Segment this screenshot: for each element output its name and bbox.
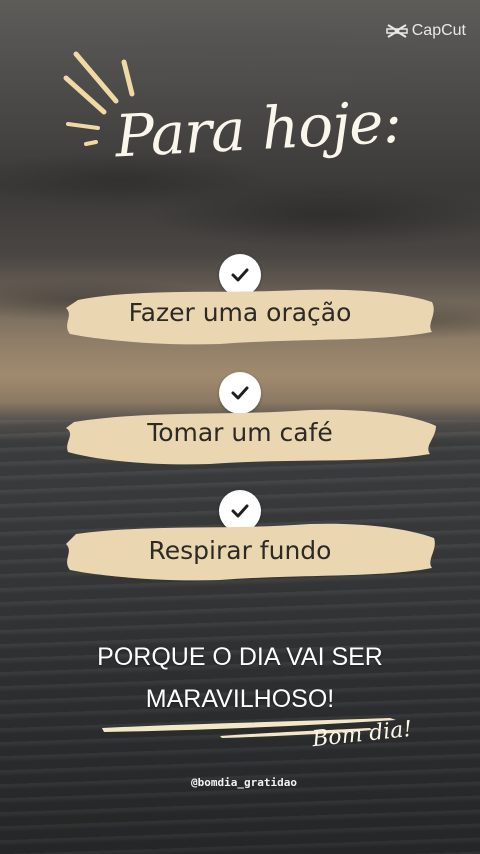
checklist-item: Fazer uma oração bbox=[0, 254, 480, 374]
checklist-label: Respirar fundo bbox=[148, 536, 332, 565]
story-screen: CapCut Para hoje: Fazer uma oração Tomar… bbox=[0, 0, 480, 854]
checklist-item: Respirar fundo bbox=[0, 490, 480, 610]
closing-line-2: MARAVILHOSO! bbox=[145, 685, 335, 713]
capcut-brand-text: CapCut bbox=[411, 22, 466, 39]
closing-message: PORQUE O DIA VAI SER MARAVILHOSO! bbox=[0, 636, 480, 720]
checklist-item: Tomar um café bbox=[0, 372, 480, 492]
checklist-label: Fazer uma oração bbox=[128, 298, 352, 327]
account-handle: @bomdia_gratidao bbox=[191, 776, 297, 789]
closing-line-1: PORQUE O DIA VAI SER bbox=[97, 643, 383, 671]
capcut-logo-icon bbox=[386, 24, 408, 38]
capcut-watermark: CapCut bbox=[386, 22, 466, 40]
checklist-label: Tomar um café bbox=[147, 418, 333, 447]
